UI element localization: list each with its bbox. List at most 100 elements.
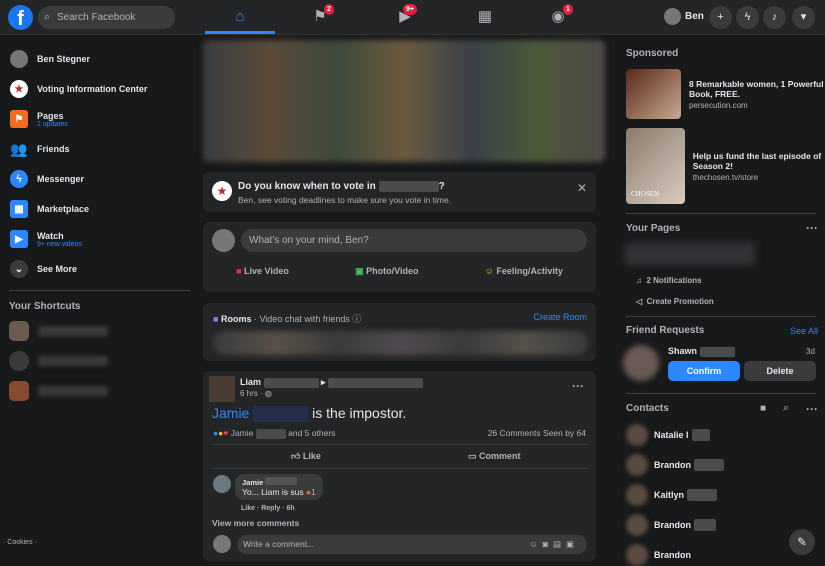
megaphone-icon: ◁ [636, 297, 643, 306]
new-room-icon[interactable]: ■ [760, 403, 766, 414]
comment-label: Comment [479, 451, 521, 461]
comment-actions[interactable]: Like · Reply · 6h [241, 505, 295, 512]
globe-icon: ◍ [264, 389, 272, 398]
sidebar-item-profile[interactable]: Ben Stegner [0, 44, 195, 74]
gif-icon[interactable]: ▤ [553, 539, 566, 549]
contact-item[interactable]: Brandon [626, 514, 716, 536]
comment-reaction-count[interactable]: 1 [311, 487, 316, 497]
comment-button[interactable]: ▭ Comment [468, 451, 521, 462]
tagged-user[interactable]: Jamie [212, 405, 249, 421]
facebook-logo-icon[interactable]: f [8, 5, 33, 30]
comment-input[interactable]: Write a comment... ☺◙▤▣ [237, 535, 587, 554]
sticker-icon[interactable]: ▣ [566, 539, 579, 549]
photo-video-button[interactable]: ▣ Photo/Video [355, 266, 418, 277]
more-options-icon[interactable]: ··· [806, 221, 818, 235]
nav-groups[interactable]: ◉ 1 [523, 0, 593, 34]
reactions-others[interactable]: and 5 others [288, 428, 335, 438]
divider [213, 444, 587, 445]
post-author[interactable]: Liam [240, 377, 261, 387]
see-all-link[interactable]: See All [790, 326, 818, 336]
nav-pages[interactable]: ⚑ 2 [285, 0, 355, 34]
author-avatar[interactable] [209, 376, 235, 402]
rooms-icon: ■ [213, 314, 219, 324]
contact-item[interactable]: Brandon [626, 544, 691, 566]
commenter-avatar[interactable] [213, 475, 231, 493]
reactor-name[interactable]: Jamie [231, 428, 254, 438]
close-icon[interactable]: ✕ [577, 181, 587, 195]
redacted-text [263, 377, 319, 388]
sidebar-see-more[interactable]: ⌄ See More [0, 254, 195, 284]
account-menu-button[interactable]: ▾ [792, 6, 815, 29]
seen-count[interactable]: Seen by 64 [543, 428, 586, 438]
post-time[interactable]: 6 hrs · [240, 389, 263, 398]
nav-marketplace[interactable]: ▦ [450, 0, 520, 34]
sidebar-item-voting[interactable]: ★ Voting Information Center [0, 74, 195, 104]
nav-home[interactable]: ⌂ [205, 0, 275, 34]
sponsored-ad[interactable]: CHOSEN Help us fund the last episode of S… [626, 128, 825, 204]
sidebar-item-marketplace[interactable]: ▦ Marketplace [0, 194, 195, 224]
shortcut-item[interactable] [0, 376, 195, 406]
sidebar-item-messenger[interactable]: ϟ Messenger [0, 164, 195, 194]
create-room-link[interactable]: Create Room [533, 312, 587, 322]
footer-links[interactable]: · Cookies · [3, 539, 37, 546]
sponsored-ad[interactable]: 8 Remarkable women, 1 Powerful Book, FRE… [626, 69, 825, 119]
like-label: Like [302, 451, 321, 461]
status-input[interactable]: What's on your mind, Ben? [241, 229, 587, 252]
avatar [626, 544, 648, 566]
contact-name: Natalie I [654, 430, 689, 440]
divider [626, 316, 816, 317]
pages-badge: 2 [324, 4, 334, 15]
watch-icon: ▶ [10, 230, 28, 248]
contact-item[interactable]: Brandon [626, 454, 724, 476]
post-composer: What's on your mind, Ben? ■ Live Video ▣… [203, 222, 596, 292]
stories-carousel[interactable] [203, 40, 605, 162]
messenger-button[interactable]: ϟ [736, 6, 759, 29]
photo-video-label: Photo/Video [366, 266, 419, 276]
comment-count[interactable]: 26 Comments [488, 428, 541, 438]
feeling-activity-button[interactable]: ☺ Feeling/Activity [485, 266, 563, 277]
divider [626, 213, 816, 214]
redacted-text [699, 346, 735, 357]
sidebar-item-pages[interactable]: ⚑ Pages 2 updates [0, 104, 195, 134]
more-options-icon[interactable]: ··· [572, 379, 584, 393]
comment-tools[interactable]: ☺◙▤▣ [529, 535, 579, 554]
sidebar-item-friends[interactable]: 👥 Friends [0, 134, 195, 164]
new-message-button[interactable]: ✎ [789, 529, 815, 555]
room-avatars[interactable] [213, 331, 588, 355]
search-icon[interactable]: ⌕ [783, 402, 789, 415]
confirm-button[interactable]: Confirm [668, 361, 740, 381]
caret-down-icon: ▾ [800, 11, 807, 23]
redacted-text [328, 377, 424, 388]
ad-url: thechosen.tv/store [692, 172, 759, 182]
contact-item[interactable]: Kaitlyn [626, 484, 718, 506]
search-placeholder: Search Facebook [57, 12, 136, 23]
shortcut-item[interactable] [0, 346, 195, 376]
sidebar-item-watch[interactable]: ▶ Watch 9+ new videos [0, 224, 195, 254]
redacted-text [265, 477, 298, 485]
more-options-icon[interactable]: ··· [806, 402, 818, 416]
search-input[interactable]: ⌕ Search Facebook [38, 6, 175, 29]
create-button[interactable]: + [709, 6, 732, 29]
live-video-button[interactable]: ■ Live Video [236, 266, 289, 277]
info-icon[interactable]: ⓘ [352, 314, 361, 324]
requester-avatar[interactable] [623, 345, 659, 381]
delete-button[interactable]: Delete [744, 361, 816, 381]
emoji-icon[interactable]: ☺ [529, 539, 543, 549]
create-promotion-link[interactable]: ◁ Create Promotion [636, 297, 714, 306]
nav-watch[interactable]: ▶ 9+ [370, 0, 440, 34]
shortcut-item[interactable] [0, 316, 195, 346]
view-more-comments[interactable]: View more comments [212, 518, 299, 528]
like-button[interactable]: 👍︎ Like [291, 451, 321, 462]
notifications-button[interactable]: ♪ [763, 6, 786, 29]
page-item[interactable] [625, 243, 755, 265]
camera-icon[interactable]: ◙ [543, 539, 553, 549]
comment-author[interactable]: Jamie [242, 478, 263, 487]
requester-name[interactable]: Shawn [668, 346, 697, 356]
contact-item[interactable]: Natalie I [626, 424, 710, 446]
page-notifications-link[interactable]: ♫ 2 Notifications [636, 276, 702, 285]
redacted-text [38, 386, 108, 396]
avatar [626, 424, 648, 446]
comment-bubble: Jamie Yo... Liam is sus ●1 [235, 474, 323, 500]
profile-link[interactable]: Ben [664, 8, 704, 26]
ad-image: CHOSEN [626, 128, 685, 204]
